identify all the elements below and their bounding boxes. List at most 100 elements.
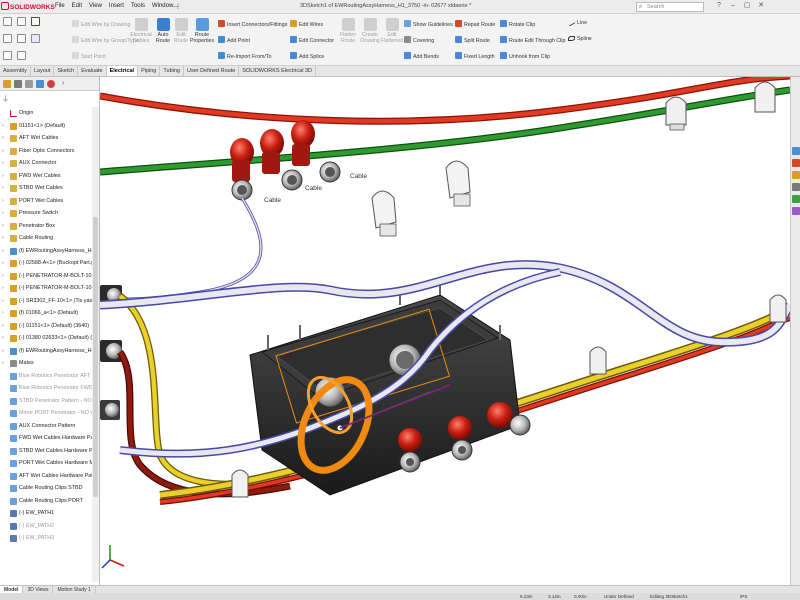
tree-item[interactable]: (-) EW_PATH2 — [0, 520, 92, 533]
model-view[interactable]: Cable Cable Cable — [100, 77, 790, 585]
tab-electrical[interactable]: Electrical — [106, 66, 139, 76]
reimport-button[interactable]: Re-Import From/To — [218, 52, 271, 60]
undo-icon[interactable] — [17, 34, 26, 43]
expand-arrow-icon[interactable]: › — [2, 295, 4, 308]
add-point-button[interactable]: Add Point — [218, 36, 250, 44]
edit-route-button[interactable]: Edit Route — [172, 18, 190, 44]
blue-cable[interactable] — [100, 197, 263, 301]
tab-tubing[interactable]: Tubing — [160, 66, 184, 76]
tree-item[interactable]: › Mates — [0, 357, 92, 370]
tree-scrollbar[interactable] — [92, 107, 99, 582]
edit-wire-by-drawing-button[interactable]: Edit Wire by Drawing — [72, 20, 130, 28]
tree-item[interactable]: › Cable Routing — [0, 232, 92, 245]
create-drawing-button[interactable]: Create Drawing — [359, 18, 381, 44]
edit-wires-button[interactable]: Edit Wires — [290, 20, 323, 28]
cable-clip-loose[interactable] — [445, 160, 471, 207]
expand-arrow-icon[interactable]: › — [2, 207, 4, 220]
view-palette-icon[interactable] — [792, 183, 800, 191]
graphics-area[interactable]: Cable Cable Cable — [100, 77, 790, 585]
insert-connectors-button[interactable]: Insert Connectors/Fittings — [218, 20, 287, 28]
spline-button[interactable]: Spline — [568, 36, 592, 42]
dimxpert-tab-icon[interactable] — [36, 80, 44, 88]
configuration-tab-icon[interactable] — [25, 80, 33, 88]
tab-layout[interactable]: Layout — [31, 66, 55, 76]
penetrator-box[interactable] — [249, 280, 521, 496]
electrical-cables-button[interactable]: Electrical Cables — [128, 18, 154, 44]
cable-clip[interactable] — [665, 96, 687, 131]
cable-clip[interactable] — [231, 469, 249, 498]
expand-arrow-icon[interactable]: › — [2, 157, 4, 170]
menu-file[interactable]: File — [55, 3, 65, 9]
feature-tree-tab-icon[interactable] — [3, 80, 11, 88]
line-button[interactable]: Line — [567, 19, 587, 27]
tab-sketch[interactable]: Sketch — [54, 66, 79, 76]
cable-clip[interactable] — [589, 346, 607, 375]
menu-view[interactable]: View — [89, 3, 102, 9]
search-input[interactable]: ⌕ Search — [636, 2, 704, 12]
repair-route-button[interactable]: Repair Route — [455, 20, 495, 28]
split-route-button[interactable]: Split Route — [455, 36, 490, 44]
help-button[interactable]: ? — [712, 2, 726, 9]
tree-item[interactable]: (-) EW_PATH3 — [0, 532, 92, 545]
show-guidelines-button[interactable]: Show Guidelines — [404, 20, 453, 28]
tree-item[interactable]: › (-) 02588-A<1> (Buckopt Part.pr — [0, 257, 92, 270]
start-point-button[interactable]: Start Point — [72, 52, 106, 60]
tree-item[interactable]: AUX Connector Pattern — [0, 420, 92, 433]
tab-evaluate[interactable]: Evaluate — [78, 66, 107, 76]
tree-item[interactable]: › AFT Wet Cables — [0, 132, 92, 145]
minimize-button[interactable]: – — [726, 2, 740, 9]
tree-item[interactable]: PORT Wet Cables Hardware Mirror — [0, 457, 92, 470]
tree-item[interactable]: › Pressure Switch — [0, 207, 92, 220]
tree-item[interactable]: (-) EW_PATH1 — [0, 507, 92, 520]
green-wire-top[interactable] — [100, 86, 790, 176]
tree-item[interactable]: AFT Wet Cables Hardware Patter — [0, 470, 92, 483]
status-units[interactable]: IPS — [740, 593, 747, 600]
tree-item[interactable]: STBD Wet Cables Hardware Patte — [0, 445, 92, 458]
expand-arrow-icon[interactable]: › — [2, 220, 4, 233]
edit-connector-button[interactable]: Edit Connector — [290, 36, 334, 44]
app-logo[interactable]: SOLIDWORKS — [1, 2, 55, 12]
covering-button[interactable]: Covering — [404, 36, 434, 44]
cable-clip-loose[interactable] — [371, 190, 397, 237]
edit-flattened-button[interactable]: Edit Flattened — [381, 18, 403, 44]
tree-item[interactable]: › (f) EWRoutingAssyHarness_H1_3( — [0, 345, 92, 358]
tree-item[interactable]: › (-) 01380 02633<1> (Default) (3787) — [0, 332, 92, 345]
scrollbar-thumb[interactable] — [93, 217, 98, 497]
tree-item[interactable]: › (-) 01151<1> (Default) (3640) — [0, 320, 92, 333]
tree-item[interactable]: › (-) PENETRATOR-M-BOLT-10-25 — [0, 282, 92, 295]
tree-item[interactable]: › Penetrator Box — [0, 220, 92, 233]
custom-properties-icon[interactable] — [792, 207, 800, 215]
cable-clip[interactable] — [769, 294, 787, 323]
menu-tools[interactable]: Tools — [131, 3, 145, 9]
expand-arrow-icon[interactable]: › — [2, 357, 4, 370]
tree-item[interactable]: › Fiber Optic Connectors — [0, 145, 92, 158]
route-properties-button[interactable]: Route Properties — [190, 18, 214, 44]
tree-item[interactable]: › (f) EWRoutingAssyHarness_H1_3( — [0, 245, 92, 258]
expand-arrow-icon[interactable]: › — [2, 120, 4, 133]
add-splice-button[interactable]: Add Splice — [290, 52, 324, 60]
close-button[interactable]: ✕ — [754, 1, 768, 9]
add-bends-button[interactable]: Add Bends — [404, 52, 439, 60]
tab-piping[interactable]: Piping — [138, 66, 161, 76]
display-manager-tab-icon[interactable] — [47, 80, 55, 88]
tree-item[interactable]: FWD Wet Cables Hardware Patter — [0, 432, 92, 445]
tab-assembly[interactable]: Assembly — [0, 66, 31, 76]
tree-item[interactable]: Blue Robotics Penetrator FWD - N — [0, 382, 92, 395]
tree-item[interactable]: › AUX Connector — [0, 157, 92, 170]
expand-arrow-icon[interactable]: › — [2, 332, 4, 345]
expand-arrow-icon[interactable]: › — [2, 232, 4, 245]
expand-arrow-icon[interactable]: › — [2, 320, 4, 333]
print-icon[interactable] — [3, 34, 12, 43]
filter-icon[interactable]: ⏚ — [2, 94, 98, 104]
expand-arrow-icon[interactable]: › — [2, 145, 4, 158]
rebuild-icon[interactable] — [31, 17, 40, 26]
expand-panel-icon[interactable]: › — [62, 80, 67, 88]
tree-item[interactable]: › 01151<1> (Default) — [0, 120, 92, 133]
expand-arrow-icon[interactable]: › — [2, 282, 4, 295]
tree-item[interactable]: Origin — [0, 107, 92, 120]
tree-item[interactable]: Cable Routing Clips PORT — [0, 495, 92, 508]
rotate-clip-button[interactable]: Rotate Clip — [500, 20, 535, 28]
tree-item[interactable]: › (-) PENETRATOR-M-BOLT-10-25 — [0, 270, 92, 283]
resources-icon[interactable] — [792, 147, 800, 155]
expand-arrow-icon[interactable]: › — [2, 170, 4, 183]
